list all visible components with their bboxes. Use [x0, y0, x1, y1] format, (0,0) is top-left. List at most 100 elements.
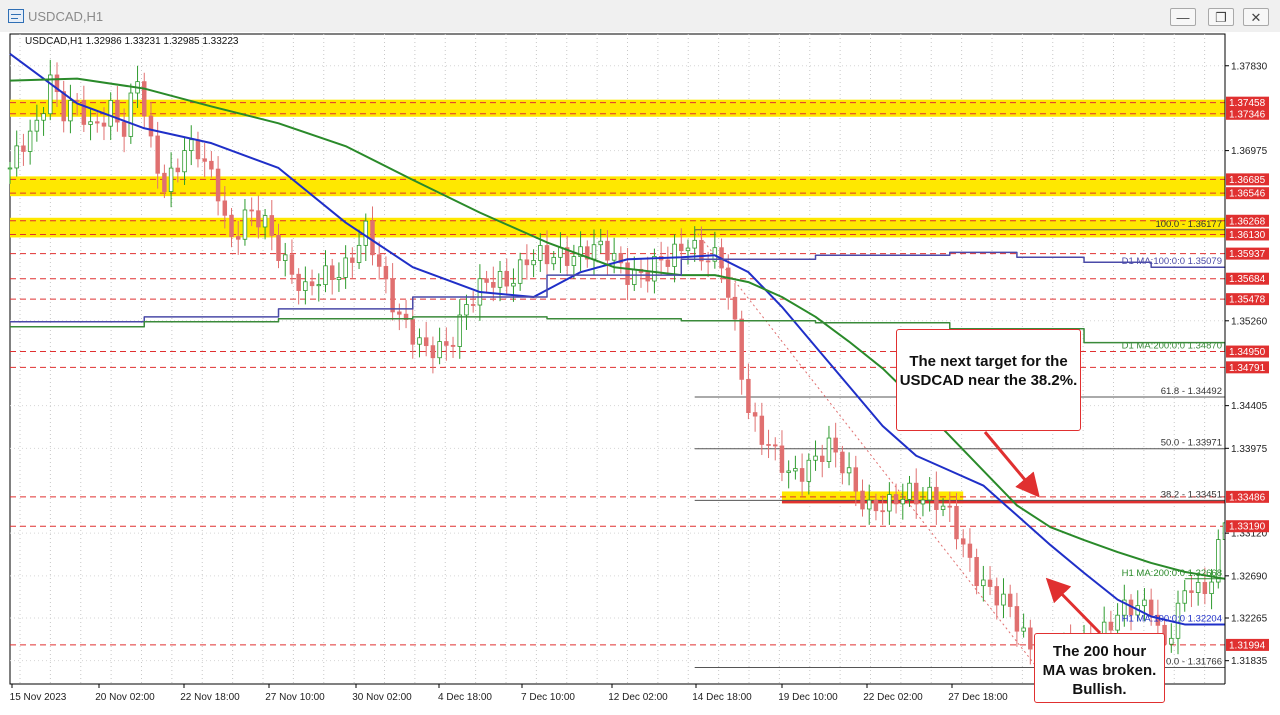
candle-body — [504, 271, 509, 287]
price-level-tag: 1.34791 — [1226, 361, 1269, 374]
candle-body — [215, 168, 221, 202]
price-chart[interactable]: 100.0 - 1.36177 61.8 - 1.34492 50.0 - 1.33… — [0, 32, 1280, 715]
candle-body — [289, 254, 295, 275]
candle-body — [262, 215, 268, 228]
candle — [128, 83, 134, 144]
candle-body — [679, 243, 684, 252]
candle-body — [363, 220, 369, 246]
candle-body — [840, 451, 845, 474]
candle-body — [759, 415, 765, 445]
candle-body — [920, 499, 926, 505]
candle-body — [1021, 627, 1026, 632]
window-title: USDCAD,H1 — [28, 9, 104, 24]
candle-body — [524, 259, 530, 266]
candle-body — [665, 259, 671, 267]
time-tick-label: 14 Dec 18:00 — [692, 692, 752, 703]
candle-body — [303, 281, 308, 291]
candle-body — [269, 215, 275, 236]
ma-label-name: H1 MA:200:0:0 — [1122, 568, 1185, 579]
price-level-tag-label: 1.37458 — [1229, 98, 1266, 109]
candle-body — [356, 244, 362, 263]
candle-body — [376, 254, 382, 267]
window-titlebar: USDCAD,H1 — ❐ ✕ — [0, 0, 1280, 33]
candle-body — [766, 444, 771, 446]
candle-body — [1202, 581, 1208, 594]
price-level-tag-label: 1.36685 — [1229, 175, 1266, 186]
candle-body — [820, 455, 825, 462]
candle-body — [994, 586, 1000, 606]
ma-label: D1 MA:200:0:0 1.34870 — [1122, 341, 1222, 352]
candle-body — [242, 209, 248, 240]
candle-body — [833, 437, 838, 453]
candle-body — [846, 467, 852, 474]
price-level-tag: 1.36130 — [1226, 228, 1269, 241]
restore-button[interactable]: ❐ — [1208, 8, 1234, 26]
price-tick-label: 1.33975 — [1231, 444, 1268, 455]
candle-body — [61, 91, 66, 122]
price-scale-background — [1225, 34, 1280, 714]
price-tick-label: 1.32690 — [1231, 571, 1268, 582]
candle-body — [81, 100, 87, 125]
candle-body — [907, 482, 912, 500]
price-level-tag: 1.33190 — [1226, 520, 1269, 533]
price-level-tag-label: 1.36268 — [1229, 216, 1266, 227]
price-level-tag: 1.36546 — [1226, 187, 1269, 200]
price-level-tag: 1.33486 — [1226, 490, 1269, 503]
time-tick-label: 27 Dec 18:00 — [948, 692, 1008, 703]
candle-body — [27, 130, 33, 152]
candle-body — [491, 282, 496, 288]
candle-body — [162, 172, 167, 192]
candle-body — [68, 100, 73, 122]
candle-body — [900, 498, 906, 505]
candle-body — [652, 256, 657, 282]
candle-body — [927, 486, 932, 501]
candle-body — [974, 557, 979, 587]
candle-body — [276, 234, 281, 261]
ma-label-value: 1.35079 — [1185, 256, 1222, 267]
time-tick-label: 30 Nov 02:00 — [352, 692, 412, 703]
candle-body — [611, 252, 617, 261]
candle-body — [410, 319, 415, 345]
candle-body — [423, 337, 429, 347]
candle-body — [806, 459, 812, 482]
candle-body — [632, 268, 637, 285]
candle-body — [893, 494, 899, 505]
candle-body — [88, 121, 93, 125]
candle-body — [397, 311, 402, 315]
ma-label-name: D1 MA:100:0:0 — [1122, 256, 1185, 267]
price-level-tag: 1.36268 — [1226, 214, 1269, 227]
price-level-tag-label: 1.35478 — [1229, 295, 1266, 306]
price-level-tag-label: 1.33486 — [1229, 492, 1266, 503]
candle-body — [605, 240, 610, 261]
candle-body — [155, 135, 160, 174]
candle-body — [323, 265, 328, 286]
candle-body — [370, 220, 375, 256]
price-level-tag: 1.35684 — [1226, 272, 1269, 285]
candle-body — [168, 167, 174, 192]
price-level-tag: 1.31994 — [1226, 638, 1269, 651]
candle-body — [1115, 614, 1120, 631]
minimize-button[interactable]: — — [1170, 8, 1196, 26]
candle-body — [464, 304, 469, 316]
ma-label-value: 1.32204 — [1185, 613, 1222, 624]
candle-body — [625, 262, 630, 285]
candle-body — [282, 254, 288, 261]
price-level-tag: 1.37346 — [1226, 107, 1269, 120]
price-level-tag-label: 1.37346 — [1229, 109, 1266, 120]
price-level-tag-label: 1.36546 — [1229, 189, 1266, 200]
candle-body — [826, 437, 832, 462]
candle-body — [256, 210, 261, 228]
candle-body — [1209, 581, 1214, 594]
candle-body — [497, 271, 503, 288]
candle-body — [779, 445, 785, 473]
ma-label-value: 1.32668 — [1185, 568, 1222, 579]
candle-body — [336, 277, 342, 280]
price-level-tag: 1.36685 — [1226, 173, 1269, 186]
price-level-tag-label: 1.36130 — [1229, 230, 1266, 241]
candle-body — [786, 470, 791, 473]
price-tick-label: 1.35260 — [1231, 316, 1268, 327]
close-button[interactable]: ✕ — [1243, 8, 1269, 26]
price-level-tag: 1.37458 — [1226, 96, 1269, 109]
candle-body — [34, 119, 40, 132]
price-level-tag-label: 1.35684 — [1229, 274, 1266, 285]
